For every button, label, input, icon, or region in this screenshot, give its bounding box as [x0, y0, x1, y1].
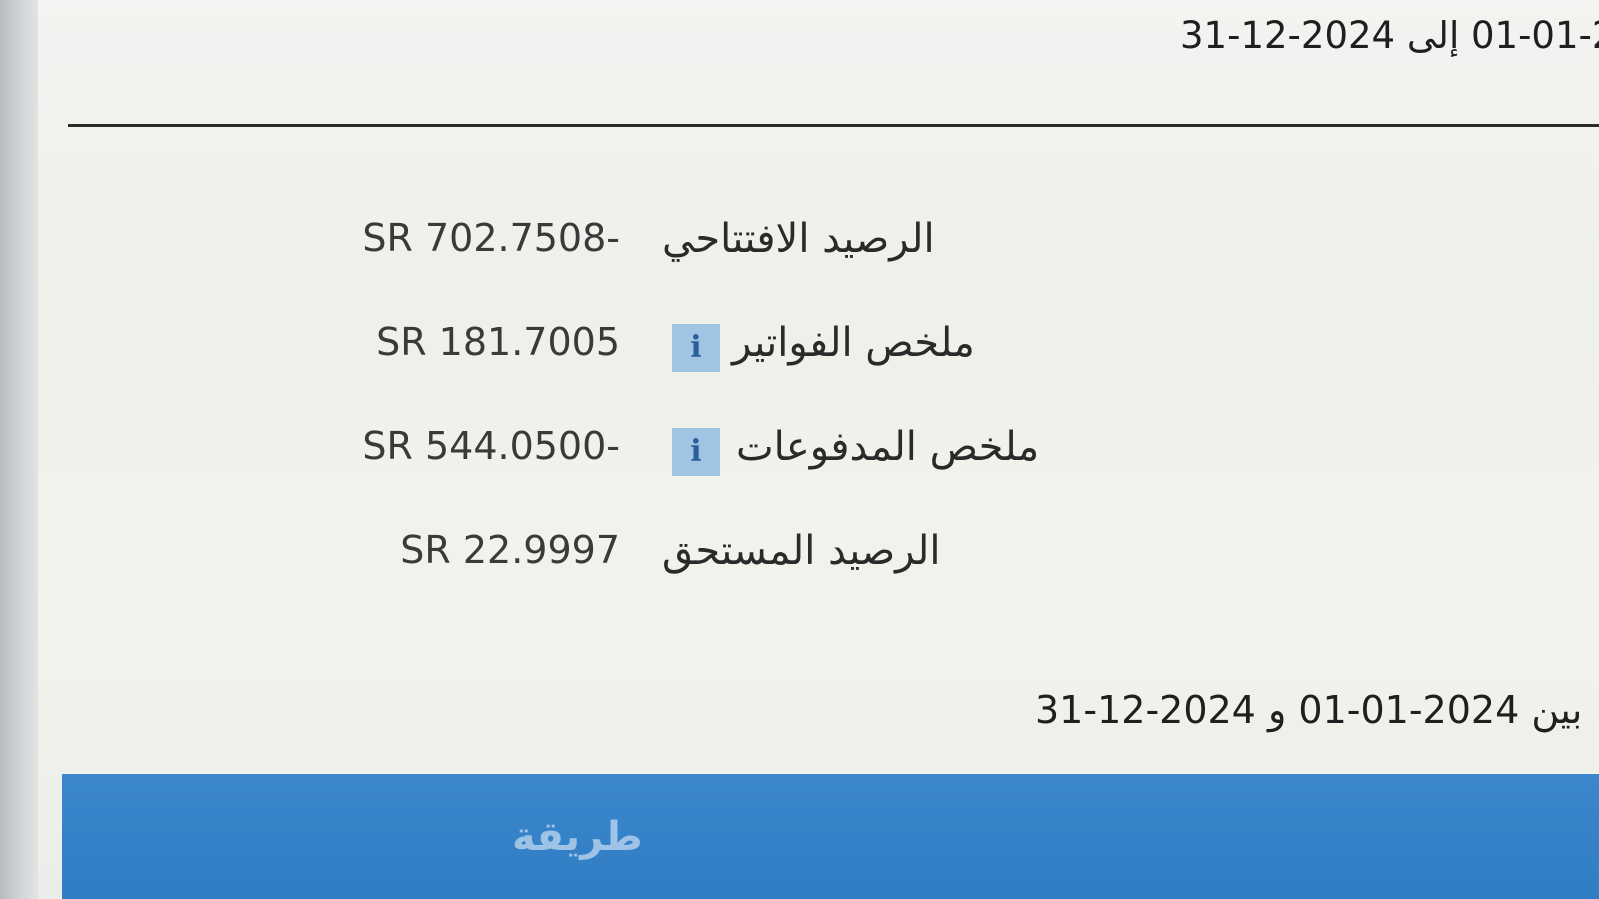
header-divider	[68, 124, 1599, 127]
balance-due-row: SR 22.9997 الرصيد المستحق	[340, 522, 1140, 592]
invoices-summary-row: SR 181.7005 i ملخص الفواتير	[340, 314, 1140, 384]
payments-summary-row: SR 544.0500- i ملخص المدفوعات	[340, 418, 1140, 488]
info-icon[interactable]: i	[672, 324, 720, 372]
window-edge	[0, 0, 38, 899]
transactions-period: بين 2024-01-01 و 2024-12-31	[1035, 688, 1583, 732]
payments-summary-label: ملخص المدفوعات	[736, 424, 1040, 470]
payments-summary-amount: SR 544.0500-	[362, 424, 620, 468]
invoices-summary-amount: SR 181.7005	[376, 320, 620, 364]
info-icon[interactable]: i	[672, 428, 720, 476]
opening-balance-label: الرصيد الافتتاحي	[662, 216, 935, 262]
balance-due-label: الرصيد المستحق	[662, 528, 941, 574]
statement-page: 01-01-2024 إلى 2024-12-31 SR 702.7508- ا…	[0, 0, 1599, 899]
opening-balance-amount: SR 702.7508-	[362, 216, 620, 260]
balance-due-amount: SR 22.9997	[400, 528, 620, 572]
column-header-method[interactable]: طريقة	[512, 814, 643, 860]
transactions-table-header: طريقة	[62, 774, 1599, 899]
statement-date-range: 01-01-2024 إلى 2024-12-31	[1180, 14, 1599, 57]
opening-balance-row: SR 702.7508- الرصيد الافتتاحي	[340, 210, 1140, 280]
invoices-summary-label: ملخص الفواتير	[732, 320, 975, 366]
